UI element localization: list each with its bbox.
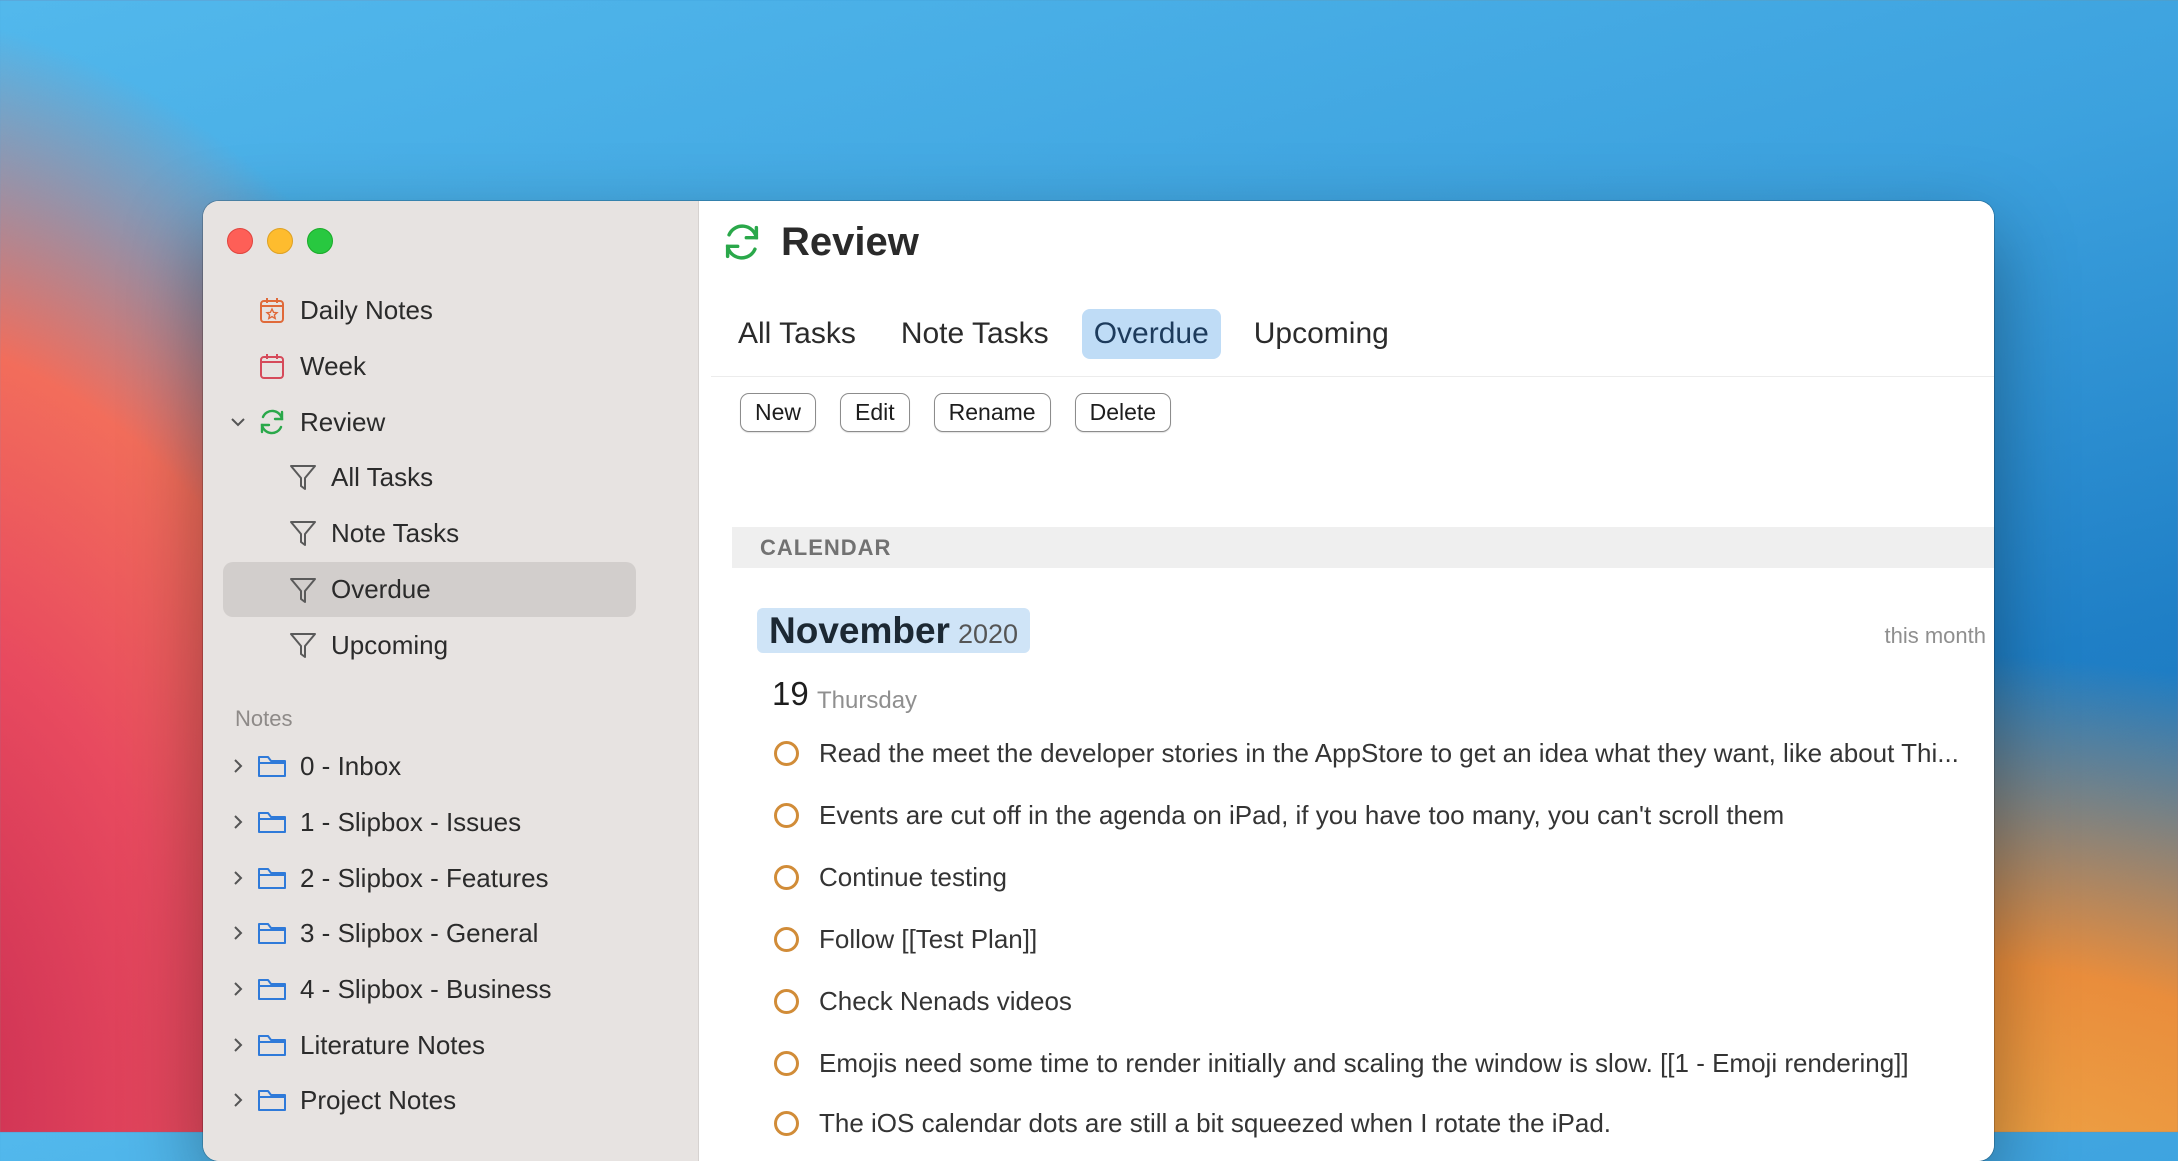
tab-bar: All Tasks Note Tasks Overdue Upcoming — [726, 309, 1422, 359]
chevron-right-icon[interactable] — [227, 922, 249, 944]
task-checkbox[interactable] — [774, 1050, 799, 1076]
task-checkbox[interactable] — [774, 864, 799, 890]
sidebar: Daily Notes Week Review All Tasks Note T… — [203, 201, 699, 1161]
sidebar-item-label: All Tasks — [331, 461, 434, 492]
divider — [711, 376, 1994, 377]
new-button[interactable]: New — [740, 393, 817, 432]
day-number: 19 — [772, 675, 809, 712]
task-checkbox[interactable] — [774, 740, 799, 766]
filter-icon — [286, 460, 320, 494]
chevron-right-icon[interactable] — [227, 867, 249, 889]
folder-label: 0 - Inbox — [300, 750, 402, 781]
chevron-right-icon[interactable] — [227, 755, 249, 777]
month-year: 2020 — [957, 619, 1019, 649]
filter-actions: New Edit Rename Delete — [740, 393, 1195, 432]
folder-label: 2 - Slipbox - Features — [300, 862, 549, 893]
task-row: Emojis need some time to render initiall… — [774, 1043, 1909, 1083]
sidebar-item-all-tasks[interactable]: All Tasks — [286, 450, 433, 504]
task-text[interactable]: Emojis need some time to render initiall… — [819, 1048, 1909, 1079]
filter-icon — [286, 516, 320, 550]
delete-button[interactable]: Delete — [1074, 393, 1172, 432]
chevron-right-icon[interactable] — [227, 811, 249, 833]
calendar-icon — [255, 349, 289, 383]
folder-label: 3 - Slipbox - General — [300, 917, 539, 948]
sidebar-item-label: Note Tasks — [331, 517, 460, 548]
tab-all-tasks[interactable]: All Tasks — [726, 309, 868, 359]
sidebar-item-label: Week — [300, 350, 366, 381]
folder-row[interactable]: 2 - Slipbox - Features — [227, 851, 549, 905]
folder-label: Literature Notes — [300, 1029, 485, 1060]
sidebar-item-label: Upcoming — [331, 629, 449, 660]
filter-icon — [286, 573, 320, 607]
task-row: Check Nenads videos — [774, 981, 1072, 1021]
zoom-window-button[interactable] — [307, 228, 333, 254]
task-text[interactable]: Events are cut off in the agenda on iPad… — [819, 800, 1784, 831]
task-text[interactable]: Continue testing — [819, 862, 1007, 893]
tab-note-tasks[interactable]: Note Tasks — [889, 309, 1061, 359]
calendar-star-icon — [255, 293, 289, 327]
folder-label: Project Notes — [300, 1084, 457, 1115]
folder-icon — [255, 749, 289, 783]
app-window: Daily Notes Week Review All Tasks Note T… — [203, 201, 1994, 1161]
refresh-icon — [725, 224, 759, 260]
folder-icon — [255, 805, 289, 839]
calendar-section-header: CALENDAR — [732, 527, 1994, 568]
month-heading: November 2020 — [757, 608, 1031, 653]
folder-icon — [255, 861, 289, 895]
sidebar-item-review[interactable]: Review — [227, 395, 385, 449]
task-row: Follow [[Test Plan]] — [774, 919, 1037, 959]
task-text[interactable]: Follow [[Test Plan]] — [819, 924, 1037, 955]
rename-button[interactable]: Rename — [933, 393, 1051, 432]
sidebar-item-note-tasks[interactable]: Note Tasks — [286, 506, 459, 560]
folder-row[interactable]: 3 - Slipbox - General — [227, 906, 538, 960]
month-name: November — [769, 610, 950, 651]
sidebar-item-daily-notes[interactable]: Daily Notes — [255, 283, 433, 337]
chevron-right-icon[interactable] — [227, 978, 249, 1000]
sidebar-item-label: Overdue — [331, 574, 431, 604]
edit-button[interactable]: Edit — [840, 393, 910, 432]
tab-upcoming[interactable]: Upcoming — [1242, 309, 1401, 359]
chevron-right-icon[interactable] — [227, 1089, 249, 1111]
folder-row[interactable]: 0 - Inbox — [227, 739, 401, 793]
sidebar-item-overdue[interactable]: Overdue — [223, 562, 636, 617]
folder-row[interactable]: Project Notes — [227, 1073, 456, 1127]
folder-icon — [255, 1028, 289, 1062]
folder-row[interactable]: 4 - Slipbox - Business — [227, 962, 551, 1016]
folder-label: 4 - Slipbox - Business — [300, 973, 552, 1004]
task-checkbox[interactable] — [774, 988, 799, 1014]
page-title: Review — [781, 219, 919, 264]
chevron-right-icon[interactable] — [227, 1034, 249, 1056]
close-window-button[interactable] — [227, 228, 253, 254]
sidebar-item-label: Daily Notes — [300, 294, 433, 325]
task-text[interactable]: Check Nenads videos — [819, 986, 1072, 1017]
notes-section-label: Notes — [235, 706, 293, 731]
folder-icon — [255, 1083, 289, 1117]
folder-row[interactable]: 1 - Slipbox - Issues — [227, 795, 521, 849]
task-row: The iOS calendar dots are still a bit sq… — [774, 1103, 1611, 1143]
main-content: Review All Tasks Note Tasks Overdue Upco… — [699, 201, 1994, 1161]
tab-overdue[interactable]: Overdue — [1081, 309, 1221, 359]
task-row: Read the meet the developer stories in t… — [774, 733, 1984, 773]
sidebar-item-week[interactable]: Week — [255, 339, 366, 393]
day-name: Thursday — [817, 687, 918, 714]
sidebar-item-upcoming[interactable]: Upcoming — [286, 618, 448, 672]
relative-month-label: this month — [1884, 623, 1987, 648]
folder-row[interactable]: Literature Notes — [227, 1018, 485, 1072]
filter-icon — [286, 628, 320, 662]
sidebar-item-label: Review — [300, 406, 386, 437]
task-text[interactable]: The iOS calendar dots are still a bit sq… — [819, 1108, 1611, 1139]
task-text[interactable]: Read the meet the developer stories in t… — [819, 738, 1959, 769]
folder-label: 1 - Slipbox - Issues — [300, 806, 522, 837]
task-checkbox[interactable] — [774, 926, 799, 952]
folder-icon — [255, 972, 289, 1006]
chevron-down-icon[interactable] — [227, 411, 249, 433]
task-row: Events are cut off in the agenda on iPad… — [774, 795, 1784, 835]
task-row: Continue testing — [774, 857, 1007, 897]
task-checkbox[interactable] — [774, 802, 799, 828]
refresh-icon — [255, 405, 289, 439]
page-header: Review — [719, 219, 919, 265]
minimize-window-button[interactable] — [267, 228, 293, 254]
folder-icon — [255, 916, 289, 950]
